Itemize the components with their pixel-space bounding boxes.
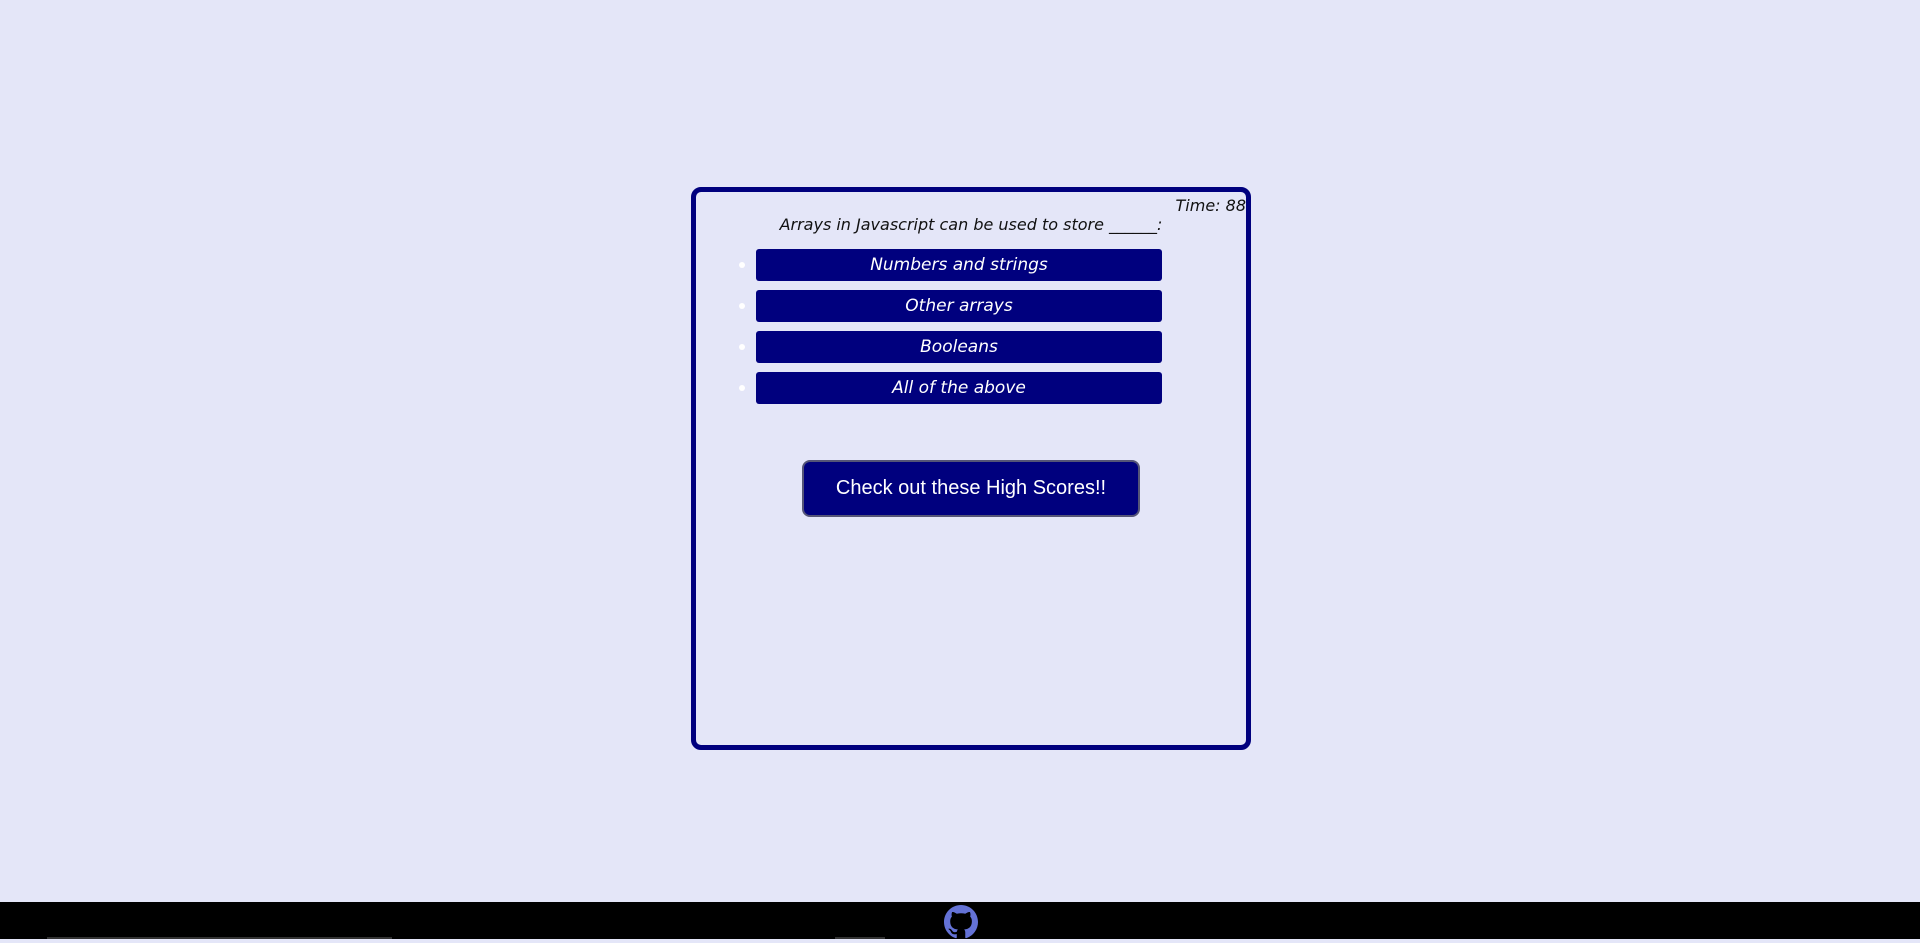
answer-item: Booleans <box>696 331 1246 363</box>
high-scores-button[interactable]: Check out these High Scores!! <box>802 460 1140 517</box>
answer-item: Numbers and strings <box>696 249 1246 281</box>
answer-button-4[interactable]: All of the above <box>756 372 1162 404</box>
quiz-card: Time: 88 Arrays in Javascript can be use… <box>691 187 1251 750</box>
github-icon <box>944 905 978 939</box>
bullet-icon <box>739 385 745 391</box>
github-link[interactable] <box>944 905 978 939</box>
answer-item: Other arrays <box>696 290 1246 322</box>
bullet-icon <box>739 303 745 309</box>
timer: Time: 88 <box>1175 196 1246 215</box>
answer-button-3[interactable]: Booleans <box>756 331 1162 363</box>
bullet-icon <box>739 344 745 350</box>
bullet-icon <box>739 262 745 268</box>
answer-button-2[interactable]: Other arrays <box>756 290 1162 322</box>
answer-item: All of the above <box>696 372 1246 404</box>
answer-button-1[interactable]: Numbers and strings <box>756 249 1162 281</box>
footer <box>0 902 1920 939</box>
question-text: Arrays in Javascript can be used to stor… <box>779 215 1163 234</box>
